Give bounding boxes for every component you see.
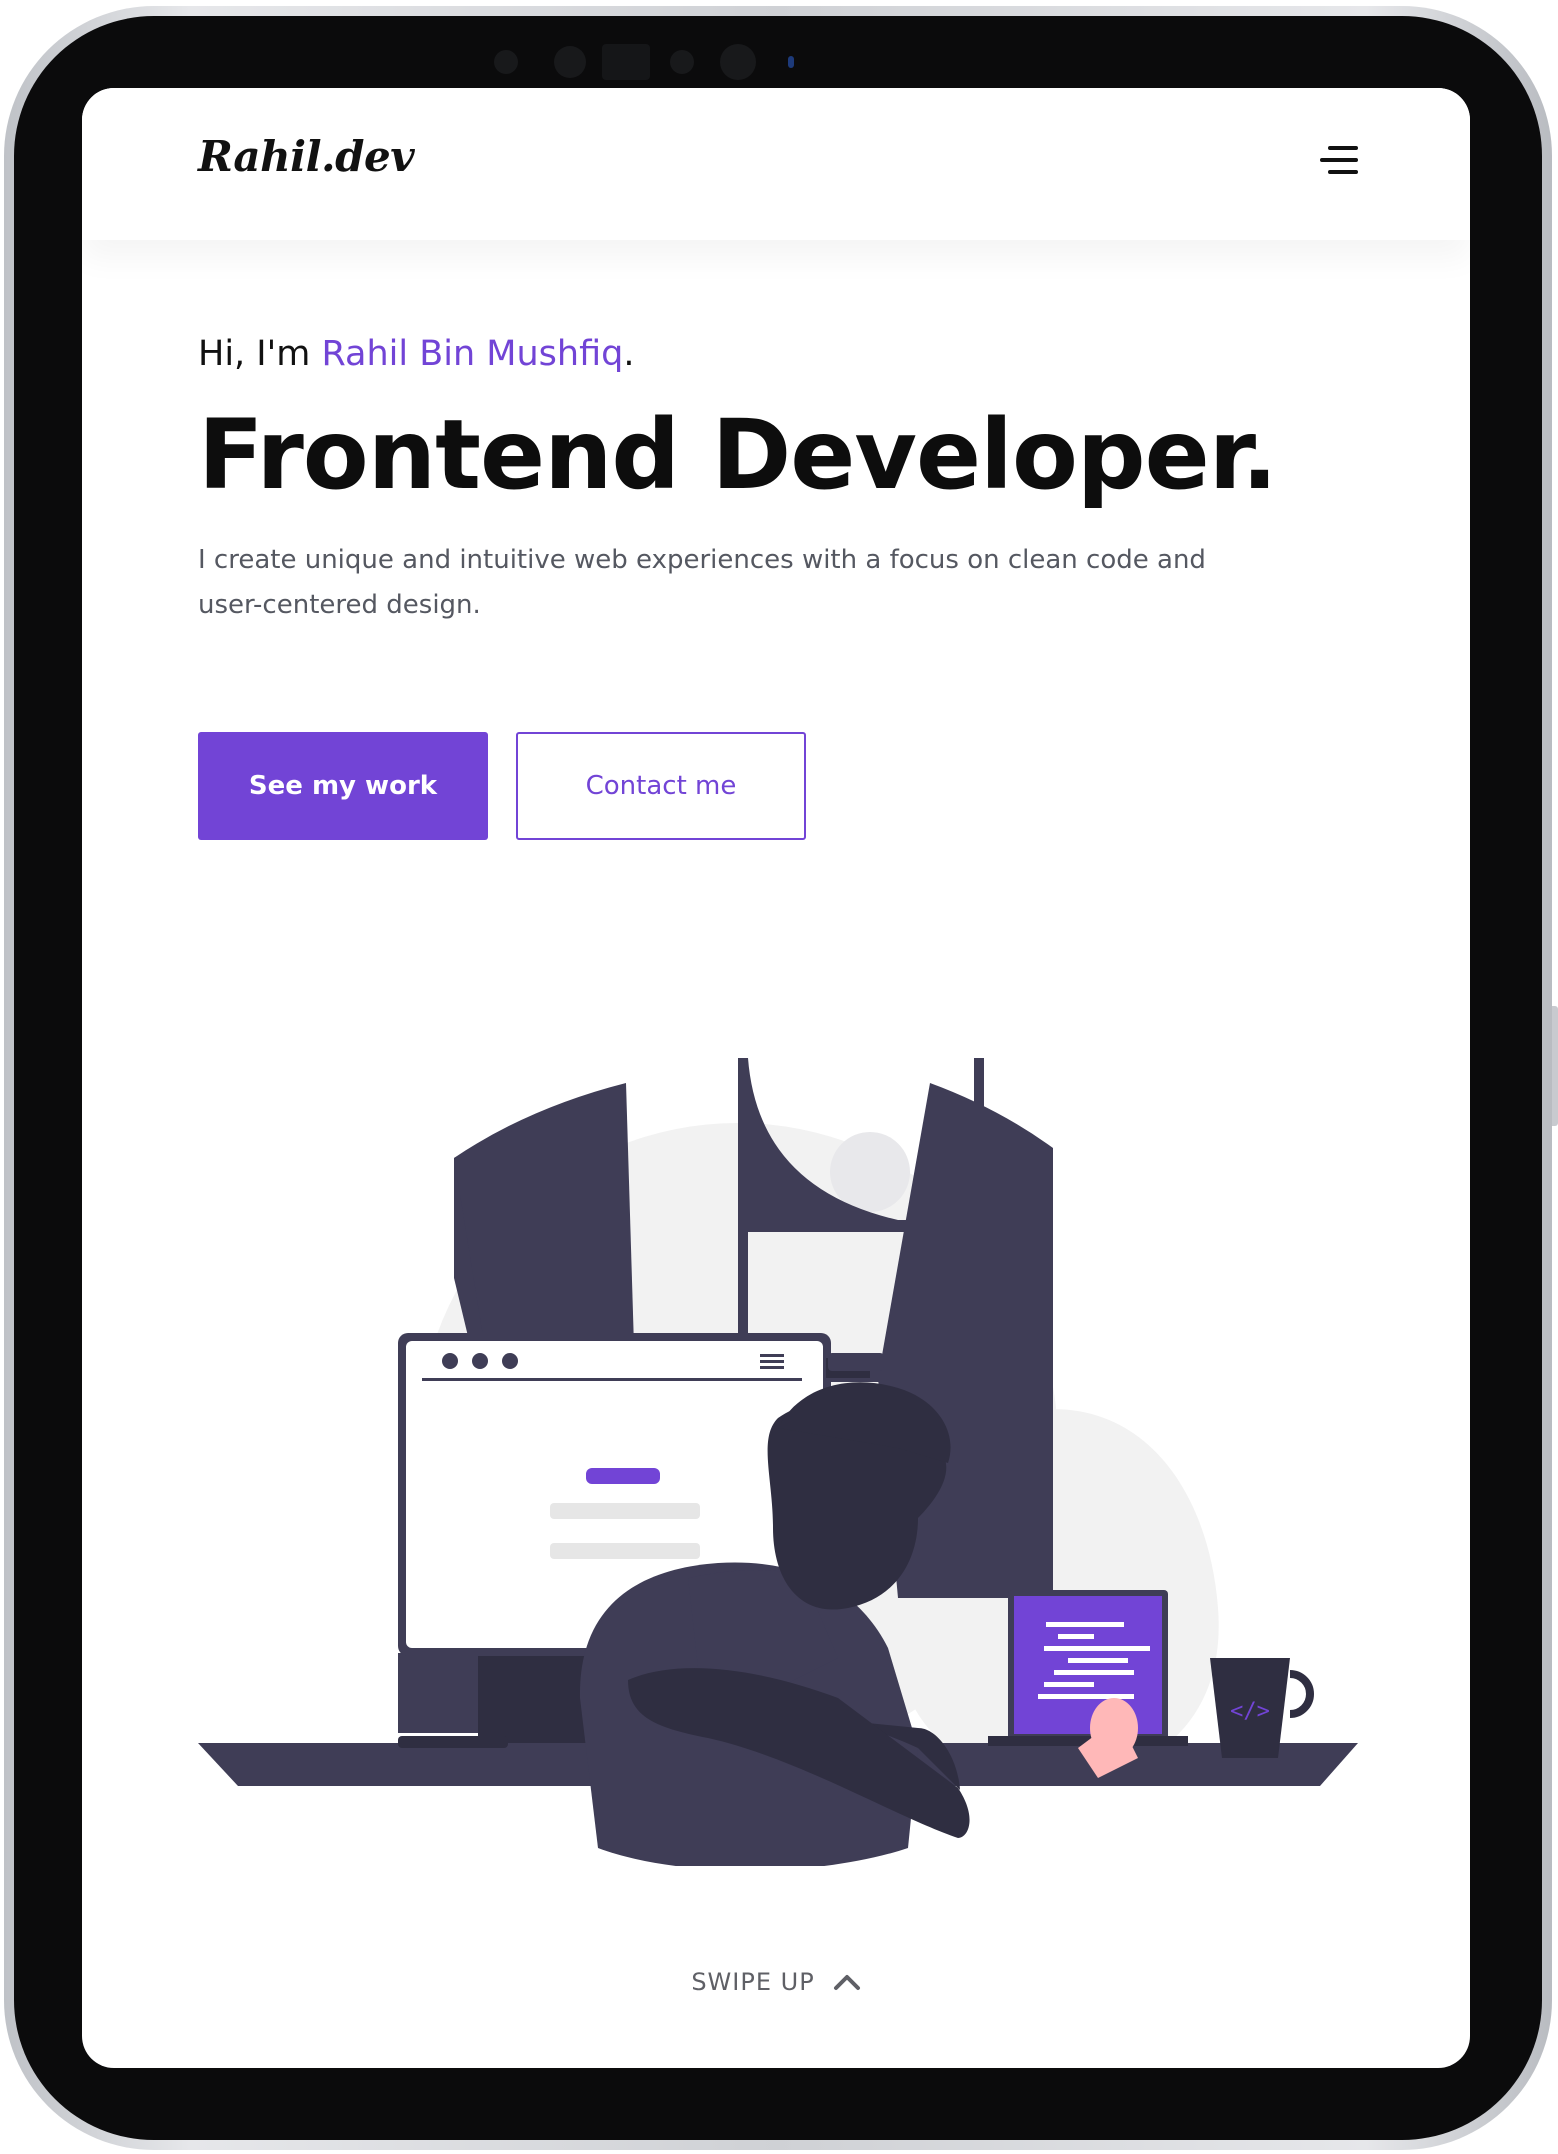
hero-description: I create unique and intuitive web experi… [198, 545, 1206, 620]
camera-sensors [494, 42, 804, 82]
swipe-up-label: SWIPE UP [691, 1968, 815, 1996]
front-camera-icon [720, 44, 756, 80]
window-frame-horizontal [738, 1220, 1038, 1232]
page-title: Frontend Developer. [198, 399, 1278, 511]
hero-section: Hi, I'm Rahil Bin Mushfiq. Frontend Deve… [198, 330, 1358, 628]
developer-name: Rahil Bin Mushfiq [321, 334, 624, 374]
hamburger-menu-icon[interactable] [1318, 144, 1358, 178]
greeting: Hi, I'm Rahil Bin Mushfiq. [198, 330, 1358, 378]
chevron-up-icon [833, 1975, 860, 1990]
greeting-prefix: Hi, I'm [198, 334, 322, 374]
see-my-work-button[interactable]: See my work [198, 732, 488, 840]
site-logo[interactable]: Rahil.dev [198, 132, 415, 181]
menu-line [1320, 158, 1358, 162]
menu-line [1328, 170, 1358, 174]
developer-illustration: </> [198, 1058, 1358, 1866]
side-button [1552, 1006, 1558, 1126]
window-frame-middle [974, 1058, 984, 1358]
swipe-up-button[interactable]: SWIPE UP [82, 1968, 1470, 1996]
laptop [988, 1590, 1188, 1746]
screen: Rahil.dev Hi, I'm Rahil Bin Mushfiq. Fro… [82, 88, 1470, 2068]
sensor-rect [602, 44, 650, 80]
indicator-light [788, 56, 794, 68]
menu-line [1328, 146, 1358, 150]
sensor-dot [494, 50, 518, 74]
contact-me-button[interactable]: Contact me [516, 732, 806, 840]
sensor-dot [554, 46, 586, 78]
navbar: Rahil.dev [82, 88, 1470, 240]
sensor-dot [670, 50, 694, 74]
greeting-suffix: . [623, 334, 635, 374]
svg-text:</>: </> [1230, 1699, 1270, 1724]
